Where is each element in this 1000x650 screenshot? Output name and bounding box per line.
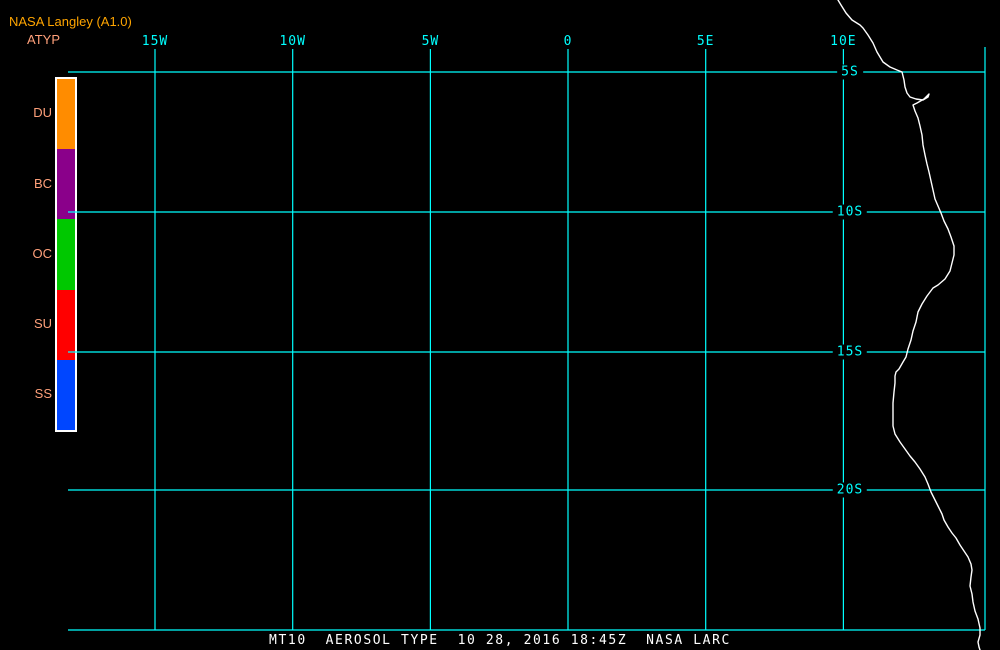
colorbar-label-du: DU bbox=[33, 105, 52, 120]
latlon-grid bbox=[68, 47, 986, 631]
lon-tick-15w: 15W bbox=[141, 34, 169, 49]
plot-caption: MT10 AEROSOL TYPE 10 28, 2016 18:45Z NAS… bbox=[269, 633, 731, 648]
colorbar-label-bc: BC bbox=[33, 176, 52, 191]
lon-tick-10e: 10E bbox=[830, 34, 857, 49]
lon-tick-5w: 5W bbox=[421, 34, 440, 49]
colorbar-label-ss: SS bbox=[34, 386, 52, 401]
lat-tick-10s: 10S bbox=[832, 204, 868, 220]
map-plot bbox=[68, 0, 986, 650]
colorbar-label-oc: OC bbox=[32, 246, 53, 261]
lon-tick-0: 0 bbox=[563, 34, 573, 49]
aerosol-type-map-screen: NASA Langley (A1.0) ATYP DU BC OC SU SS bbox=[0, 0, 1000, 650]
lon-tick-10w: 10W bbox=[279, 34, 306, 49]
lat-tick-20s: 20S bbox=[832, 482, 868, 498]
colorbar-label-su: SU bbox=[33, 316, 52, 331]
coastline bbox=[837, 0, 981, 650]
lat-tick-5s: 5S bbox=[837, 64, 863, 80]
lat-tick-15s: 15S bbox=[832, 344, 868, 360]
lon-tick-5e: 5E bbox=[696, 34, 715, 49]
